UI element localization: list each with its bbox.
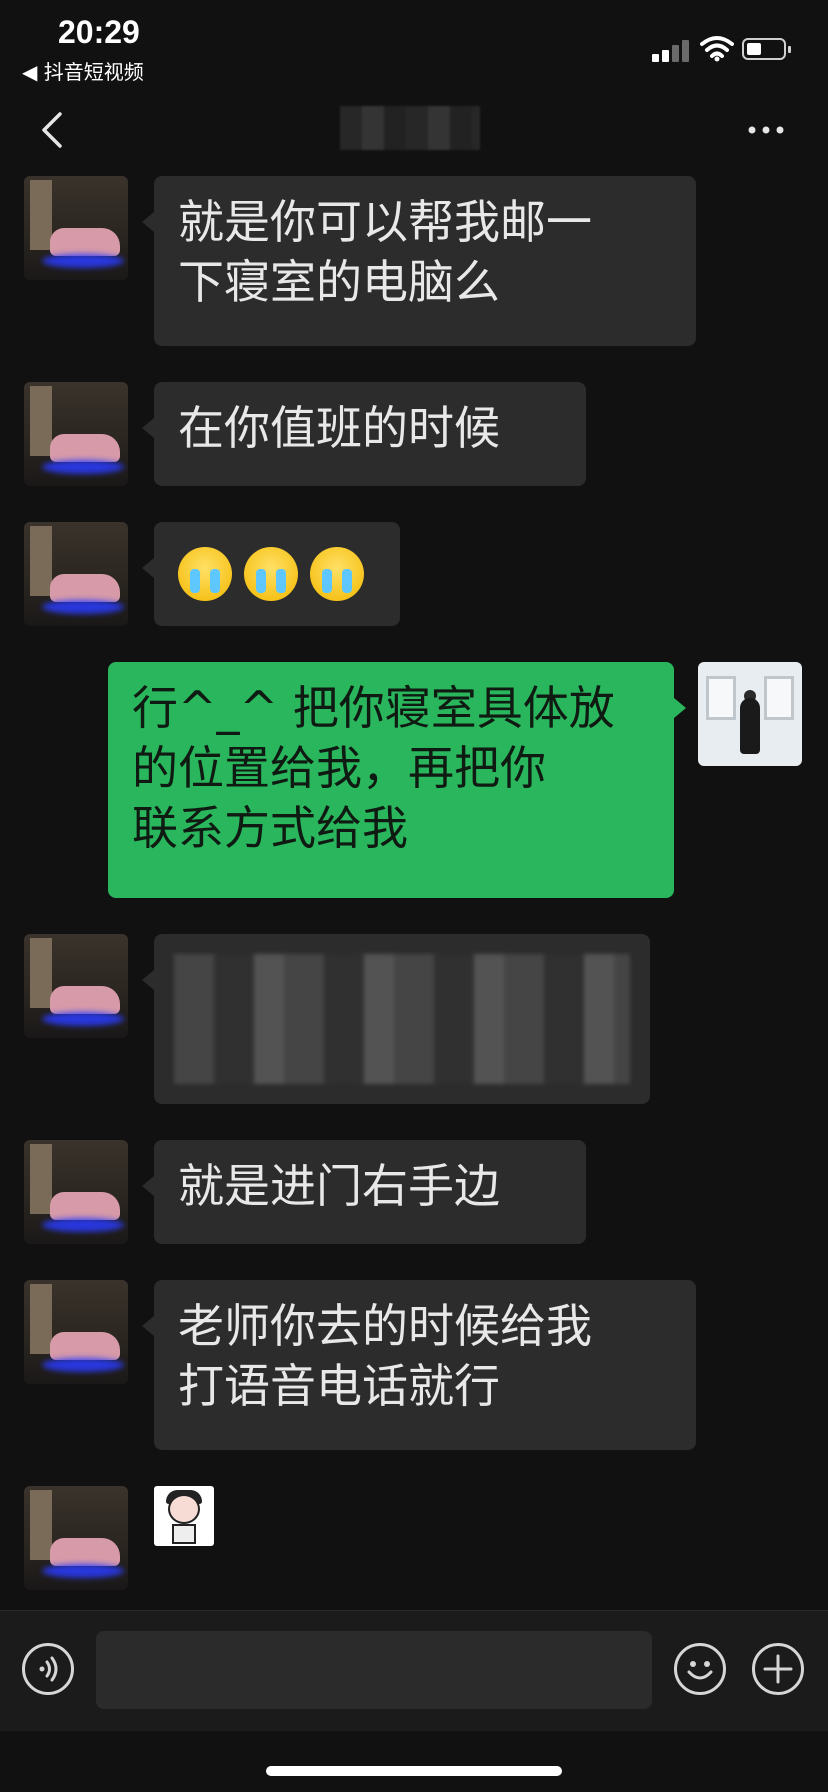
message-text: 在你值班的时候: [178, 401, 500, 455]
home-indicator[interactable]: [266, 1766, 562, 1776]
contact-avatar[interactable]: [24, 1140, 128, 1244]
crying-face-icon: [310, 547, 364, 601]
input-bar: [0, 1610, 828, 1731]
chat-title-redacted: [340, 106, 480, 150]
signal-icon: [652, 38, 692, 62]
pixelated-redaction: [174, 954, 630, 1084]
message-text: 行^_^ 把你寝室具体放 的位置给我，再把你 联系方式给我: [132, 681, 615, 855]
contact-avatar[interactable]: [24, 382, 128, 486]
message-input[interactable]: [96, 1631, 652, 1709]
status-bar: 20:29 ◀ 抖音短视频: [0, 0, 828, 90]
voice-icon: [39, 1656, 58, 1682]
message-bubble[interactable]: 就是你可以帮我邮一 下寝室的电脑么: [142, 176, 696, 346]
contact-avatar[interactable]: [24, 176, 128, 280]
emoji-icon: [687, 1661, 713, 1680]
chevron-left-icon[interactable]: [38, 110, 68, 150]
plus-button[interactable]: [752, 1643, 804, 1695]
status-time: 20:29: [58, 14, 140, 50]
battery-icon: [742, 38, 791, 60]
emoji-button[interactable]: [674, 1643, 726, 1695]
chat-header: [0, 90, 828, 170]
more-icon[interactable]: [746, 120, 786, 140]
contact-avatar[interactable]: [24, 1486, 128, 1590]
voice-button[interactable]: [22, 1643, 74, 1695]
message-bubble[interactable]: [142, 522, 400, 626]
wifi-icon: [700, 36, 734, 62]
emoji-row: [178, 542, 376, 606]
crying-face-icon: [244, 547, 298, 601]
message-bubble[interactable]: 就是进门右手边: [142, 1140, 586, 1244]
contact-avatar[interactable]: [24, 934, 128, 1038]
my-avatar[interactable]: [698, 662, 802, 766]
message-text: 就是你可以帮我邮一 下寝室的电脑么: [178, 195, 592, 309]
message-bubble[interactable]: 在你值班的时候: [142, 382, 586, 486]
message-bubble[interactable]: 老师你去的时候给我 打语音电话就行: [142, 1280, 696, 1450]
my-message-bubble[interactable]: 行^_^ 把你寝室具体放 的位置给我，再把你 联系方式给我: [108, 662, 686, 898]
redacted-message-bubble[interactable]: [142, 934, 650, 1104]
contact-avatar[interactable]: [24, 522, 128, 626]
crying-face-icon: [178, 547, 232, 601]
plus-icon: [763, 1654, 793, 1684]
message-text: 就是进门右手边: [178, 1159, 500, 1213]
message-text: 老师你去的时候给我 打语音电话就行: [178, 1299, 592, 1413]
cartoon-sticker[interactable]: [154, 1486, 214, 1546]
contact-avatar[interactable]: [24, 1280, 128, 1384]
back-to-app-link[interactable]: ◀ 抖音短视频: [22, 56, 144, 85]
